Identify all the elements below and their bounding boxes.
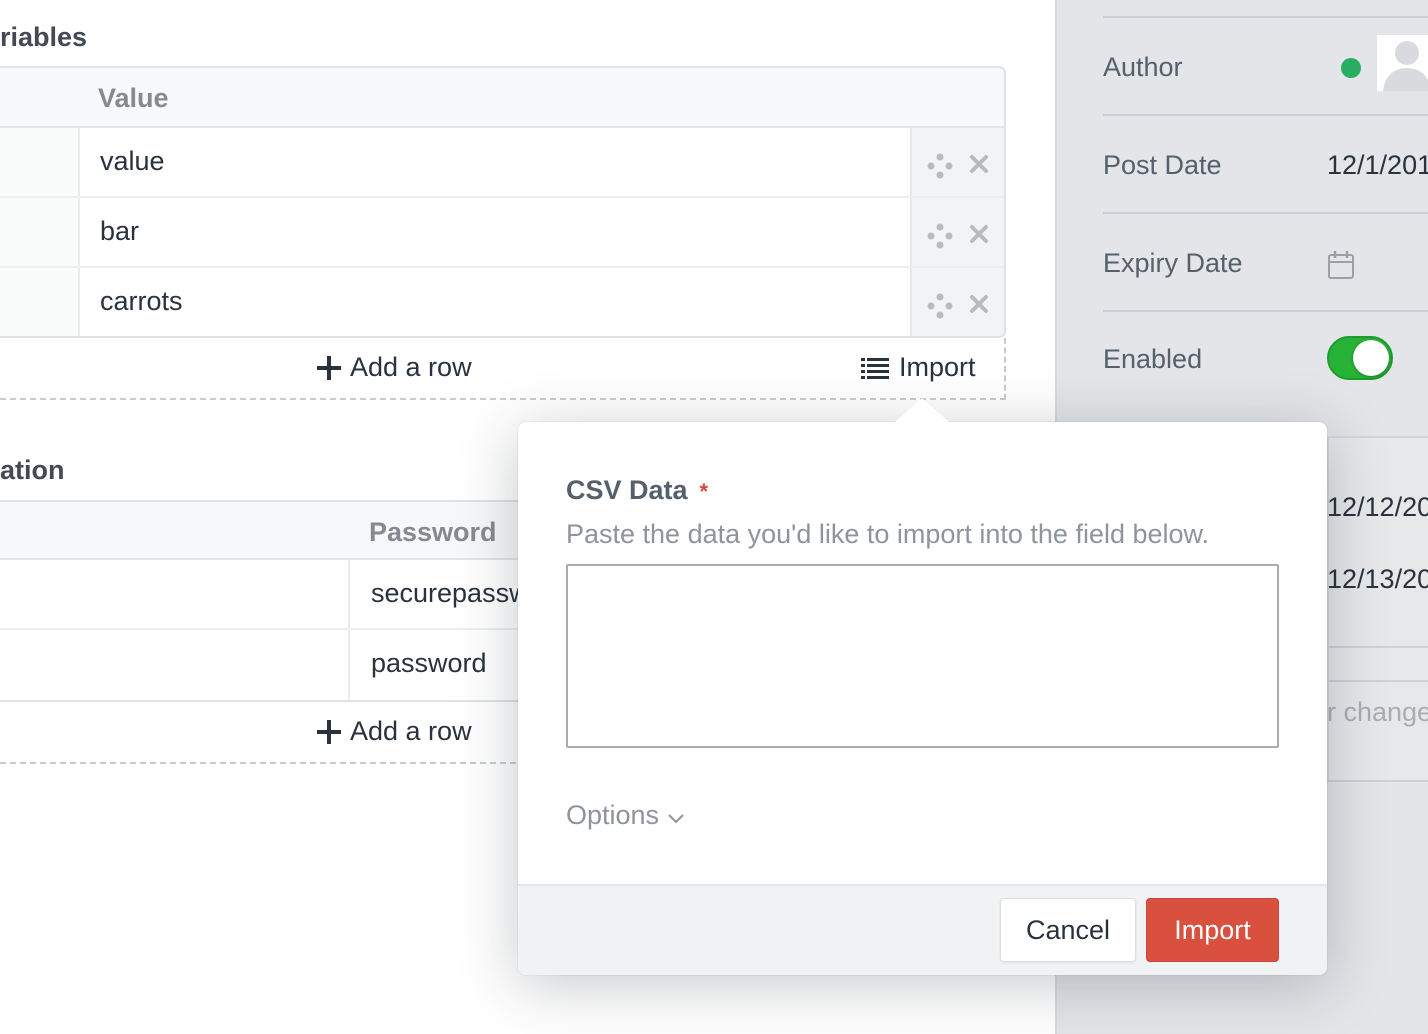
key-cell[interactable]	[0, 560, 350, 628]
row-actions	[910, 198, 1004, 266]
move-icon[interactable]	[926, 152, 954, 180]
csv-data-instructions: Paste the data you'd like to import into…	[566, 519, 1210, 549]
plus-icon	[317, 355, 341, 380]
import-popover: CSV Data * Paste the data you'd like to i…	[518, 398, 1327, 975]
popover-footer: Cancel Import	[518, 884, 1327, 975]
add-row-label: Add a row	[350, 352, 472, 382]
value-cell[interactable]: carrots	[100, 286, 183, 317]
enabled-toggle[interactable]	[1327, 336, 1393, 380]
import-submit-button[interactable]: Import	[1146, 898, 1279, 962]
auth-section-title: ation	[0, 455, 65, 485]
password-cell[interactable]: password	[371, 648, 487, 679]
toggle-knob	[1353, 340, 1389, 376]
csv-data-textarea[interactable]	[566, 564, 1279, 748]
divider	[1327, 646, 1428, 648]
table-row: bar	[0, 198, 1004, 268]
key-cell[interactable]	[0, 128, 80, 196]
table-row: carrots	[0, 268, 1004, 336]
table-row: password	[0, 630, 548, 700]
post-date-label: Post Date	[1103, 150, 1222, 180]
delete-icon[interactable]	[968, 223, 990, 245]
revision-date[interactable]: 12/13/2016	[1327, 564, 1428, 595]
expiry-date-label: Expiry Date	[1103, 248, 1243, 278]
user-icon	[1377, 35, 1428, 91]
auth-table: Password securepassword password	[0, 500, 568, 702]
required-marker: *	[699, 479, 709, 504]
csv-data-label: CSV Data *	[566, 475, 708, 506]
table-row: securepassword	[0, 560, 568, 630]
list-icon	[861, 357, 889, 379]
variables-table-header: Value	[0, 68, 1004, 128]
key-cell[interactable]	[0, 630, 350, 700]
csv-data-label-text: CSV Data	[566, 475, 688, 505]
options-toggle[interactable]: Options	[566, 800, 685, 831]
import-button[interactable]: Import	[861, 352, 976, 383]
variables-table-footer: Add a row Import	[0, 338, 1006, 400]
chevron-down-icon	[668, 813, 684, 823]
import-label: Import	[899, 352, 976, 382]
column-header-value: Value	[98, 83, 169, 113]
cancel-button[interactable]: Cancel	[1000, 898, 1136, 962]
move-icon[interactable]	[926, 222, 954, 250]
divider	[1103, 310, 1428, 312]
divider	[1327, 680, 1428, 682]
variables-section-title: riables	[0, 22, 88, 52]
options-label: Options	[566, 800, 660, 830]
author-label: Author	[1103, 52, 1183, 82]
avatar[interactable]	[1377, 35, 1428, 91]
plus-icon	[317, 719, 341, 744]
variables-table: Value value bar carrots	[0, 66, 1006, 338]
divider	[1327, 780, 1428, 782]
row-actions	[910, 268, 1004, 336]
post-date-value[interactable]: 12/1/2016	[1327, 150, 1428, 181]
calendar-icon[interactable]	[1327, 250, 1355, 280]
author-status-dot	[1341, 58, 1361, 78]
add-row-label: Add a row	[350, 716, 472, 746]
column-header-password: Password	[369, 517, 497, 547]
value-cell[interactable]: value	[100, 146, 165, 177]
divider	[1103, 16, 1428, 18]
divider	[1103, 114, 1428, 116]
delete-icon[interactable]	[968, 153, 990, 175]
divider	[1103, 212, 1428, 214]
row-actions	[910, 128, 1004, 196]
move-icon[interactable]	[926, 292, 954, 320]
enabled-label: Enabled	[1103, 344, 1203, 374]
value-cell[interactable]: bar	[100, 216, 139, 247]
table-row: value	[0, 128, 1004, 198]
change-note-input[interactable]: r changes	[1327, 697, 1428, 728]
add-row-button[interactable]: Add a row	[317, 352, 472, 383]
revision-list	[1327, 438, 1428, 783]
key-cell[interactable]	[0, 198, 80, 266]
revision-date[interactable]: 12/12/2016	[1327, 492, 1428, 523]
add-row-button[interactable]: Add a row	[317, 716, 472, 747]
popover-arrow	[894, 398, 950, 423]
key-cell[interactable]	[0, 268, 80, 336]
auth-table-header: Password	[0, 502, 548, 560]
delete-icon[interactable]	[968, 293, 990, 315]
